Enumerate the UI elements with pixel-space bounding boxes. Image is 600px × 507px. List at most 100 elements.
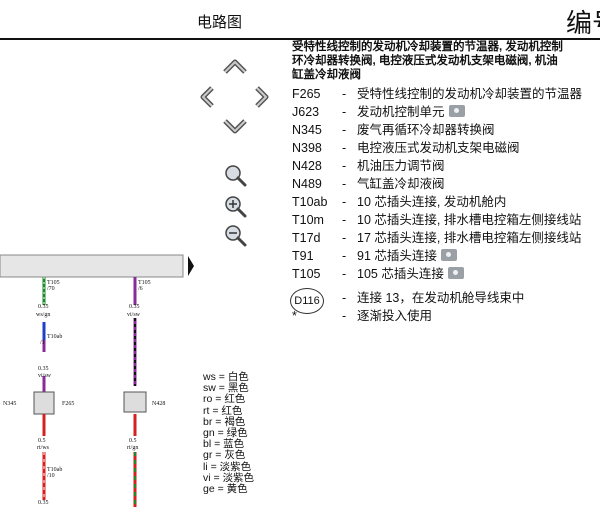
legend-description-text: 10 芯插头连接, 发动机舱内 bbox=[357, 195, 507, 209]
color-equals: = bbox=[212, 393, 225, 406]
legend-description-text: 91 芯插头连接 bbox=[357, 249, 437, 263]
legend-description: 受特性线控制的发动机冷却装置的节温器 bbox=[357, 86, 582, 103]
legend-code: F265 bbox=[292, 87, 321, 101]
w1-component-label: N345 bbox=[3, 401, 16, 407]
w1-color1: ws/gn bbox=[36, 312, 50, 318]
w1-bottom-pin: /10 bbox=[47, 473, 55, 479]
legend-description: 电控液压式发动机支架电磁阀 bbox=[357, 140, 520, 157]
color-equals: = bbox=[214, 483, 227, 496]
wire-color-legend: ws = 白色 sw = 黑色 ro = 红色 rt = 红色 br = 褐色 gn = … bbox=[203, 371, 254, 496]
w2-component-label: N428 bbox=[152, 401, 165, 407]
color-abbr: br bbox=[203, 415, 213, 428]
w1-gauge1: 0.35 bbox=[38, 304, 49, 310]
color-legend-item: ge = 黄色 bbox=[203, 483, 254, 496]
camera-icon[interactable] bbox=[448, 105, 465, 117]
legend-code: J623 bbox=[292, 105, 320, 119]
legend-description-text: 10 芯插头连接, 排水槽电控箱左侧接线站 bbox=[357, 213, 582, 227]
legend-dash: - bbox=[342, 177, 347, 191]
legend-dash: - bbox=[342, 231, 347, 245]
w1-color3: rt/ws bbox=[37, 445, 50, 451]
color-abbr: ro bbox=[203, 393, 213, 406]
legend-code: T10ab bbox=[292, 195, 328, 209]
legend-description-text: 逐渐投入使用 bbox=[357, 309, 433, 323]
legend-dash: - bbox=[342, 159, 347, 173]
legend-description: 105 芯插头连接 bbox=[357, 266, 464, 283]
pan-up-button[interactable] bbox=[223, 59, 247, 74]
color-equals: = bbox=[212, 449, 225, 462]
w1-mid-pin: /1 bbox=[40, 340, 45, 346]
legend-dash: - bbox=[342, 87, 347, 101]
legend-code: T91 bbox=[292, 249, 314, 263]
legend-dash: - bbox=[342, 213, 347, 227]
legend-description: 气缸盖冷却液阀 bbox=[357, 176, 445, 193]
legend-description-text: 废气再循环冷却器转换阀 bbox=[357, 123, 495, 137]
legend-description-text: 受特性线控制的发动机冷却装置的节温器 bbox=[357, 87, 583, 101]
legend-description-text: 气缸盖冷却液阀 bbox=[357, 177, 445, 191]
w2-color2: rt/gn bbox=[127, 445, 138, 451]
legend-description: 发动机控制单元 bbox=[357, 104, 465, 121]
component-n428 bbox=[123, 391, 147, 413]
legend-dash: - bbox=[342, 141, 347, 155]
legend-dash: - bbox=[342, 105, 347, 119]
legend-description: 逐渐投入使用 bbox=[357, 308, 432, 325]
legend-description: 连接 13，在发动机舱导线束中 bbox=[357, 290, 524, 307]
zoom-in-button[interactable] bbox=[225, 196, 247, 218]
camera-icon[interactable] bbox=[440, 249, 457, 261]
w1-gauge4: 0.35 bbox=[38, 500, 49, 506]
legend-description-text: 105 芯插头连接 bbox=[357, 267, 444, 281]
expand-right-arrow[interactable] bbox=[188, 256, 194, 276]
w1-top-pin: /70 bbox=[47, 286, 55, 292]
color-name: 淡紫色 bbox=[219, 460, 252, 473]
component-n345 bbox=[33, 391, 55, 415]
w1-mid-connector: T10ab bbox=[47, 334, 62, 340]
w2-gauge1: 0.35 bbox=[129, 304, 140, 310]
legend-code: N345 bbox=[292, 123, 322, 137]
legend-description: 废气再循环冷却器转换阀 bbox=[357, 122, 495, 139]
legend-description: 10 芯插头连接, 发动机舱内 bbox=[357, 194, 506, 211]
legend-description: 10 芯插头连接, 排水槽电控箱左侧接线站 bbox=[357, 212, 581, 229]
color-name: 黄色 bbox=[226, 483, 248, 496]
legend-code: N489 bbox=[292, 177, 322, 191]
color-abbr: ge bbox=[203, 483, 215, 496]
color-equals: = bbox=[209, 404, 222, 417]
w2-color1: vi/sw bbox=[127, 312, 141, 318]
zoom-out-button[interactable] bbox=[225, 225, 247, 247]
legend-dash: - bbox=[342, 309, 347, 323]
legend-description: 机油压力调节阀 bbox=[357, 158, 445, 175]
zoom-fit-button[interactable] bbox=[225, 165, 247, 187]
legend-code: T17d bbox=[292, 231, 321, 245]
legend-description-text: 17 芯插头连接, 排水槽电控箱左侧接线站 bbox=[357, 231, 582, 245]
color-equals: = bbox=[212, 415, 225, 428]
w1-gauge2: 0.35 bbox=[38, 366, 49, 372]
legend-description: 91 芯插头连接 bbox=[357, 248, 457, 265]
d116-connector-symbol: D116 bbox=[290, 288, 324, 314]
legend-dash: - bbox=[342, 123, 347, 137]
legend-description-text: 机油压力调节阀 bbox=[357, 159, 445, 173]
w2-top-pin: /6 bbox=[138, 286, 143, 292]
legend-heading: 受特性线控制的发动机冷却装置的节温器, 发动机控制 环冷却器转换阀, 电控液压式… bbox=[292, 41, 563, 81]
control-unit-bar bbox=[0, 254, 184, 278]
camera-icon[interactable] bbox=[447, 267, 464, 279]
w1-color2: vi/sw bbox=[38, 373, 52, 379]
legend-dash: - bbox=[342, 249, 347, 263]
color-name: 褐色 bbox=[224, 415, 246, 428]
legend-code: T105 bbox=[292, 267, 321, 281]
w1-gauge3: 0.5 bbox=[38, 438, 46, 444]
legend-description-text: 连接 13，在发动机舱导线束中 bbox=[357, 291, 525, 305]
color-name: 红色 bbox=[224, 393, 246, 406]
legend-description-text: 发动机控制单元 bbox=[357, 105, 445, 119]
legend-description: 17 芯插头连接, 排水槽电控箱左侧接线站 bbox=[357, 230, 581, 247]
pan-down-button[interactable] bbox=[223, 119, 247, 134]
color-abbr: gr bbox=[203, 449, 213, 462]
legend-dash: - bbox=[342, 291, 347, 305]
legend-dash: - bbox=[342, 195, 347, 209]
w1-component2-label: F265 bbox=[62, 401, 74, 407]
legend-description-text: 电控液压式发动机支架电磁阀 bbox=[357, 141, 520, 155]
color-name: 灰色 bbox=[224, 449, 246, 462]
color-name: 红色 bbox=[221, 404, 243, 417]
pan-right-button[interactable] bbox=[255, 86, 269, 108]
legend-code: N428 bbox=[292, 159, 322, 173]
pan-left-button[interactable] bbox=[200, 86, 214, 108]
legend-code: T10m bbox=[292, 213, 324, 227]
legend-dash: - bbox=[342, 267, 347, 281]
